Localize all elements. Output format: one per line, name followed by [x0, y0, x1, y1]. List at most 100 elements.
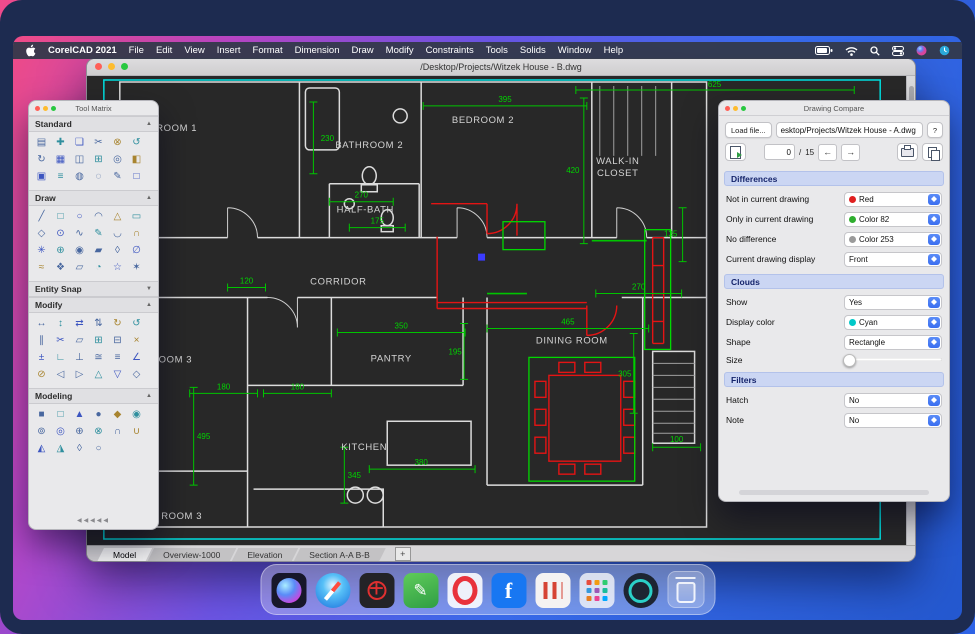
tool-icon[interactable]: ◫	[72, 152, 87, 167]
tool-icon[interactable]: ▦	[53, 152, 68, 167]
tool-icon[interactable]: ◮	[53, 441, 68, 456]
only-in-current-drawing-select[interactable]: Color 82	[844, 212, 942, 227]
tool-icon[interactable]: ❏	[72, 135, 87, 150]
tool-icon[interactable]: ◇	[34, 226, 49, 241]
tool-icon[interactable]: ❖	[53, 260, 68, 275]
tool-icon[interactable]: ≈	[34, 260, 49, 275]
cloud-display-color-select[interactable]: Cyan	[844, 315, 942, 330]
tool-icon[interactable]: ▽	[110, 367, 125, 382]
tool-icon[interactable]: ±	[34, 350, 49, 365]
tool-icon[interactable]: ⊞	[91, 152, 106, 167]
tab-model[interactable]: Model	[97, 548, 152, 562]
tool-icon[interactable]: ▷	[72, 367, 87, 382]
tool-icon[interactable]: ◇	[129, 367, 144, 382]
dock-opera-icon[interactable]	[447, 573, 482, 608]
tool-icon[interactable]: ⊞	[91, 333, 106, 348]
filter-note-select[interactable]: No	[844, 413, 942, 428]
tool-icon[interactable]: ▲	[72, 407, 87, 422]
tool-icon[interactable]: ╱	[34, 209, 49, 224]
current-drawing-display-select[interactable]: Front	[844, 252, 942, 267]
tool-icon[interactable]: ↺	[129, 316, 144, 331]
menu-solids[interactable]: Solids	[520, 45, 546, 56]
tool-icon[interactable]: ∟	[53, 350, 68, 365]
tool-icon[interactable]: ✚	[53, 135, 68, 150]
tool-icon[interactable]: ∥	[34, 333, 49, 348]
tool-icon[interactable]: ⊕	[72, 424, 87, 439]
tool-icon[interactable]: □	[53, 209, 68, 224]
tool-icon[interactable]: ⊗	[110, 135, 125, 150]
tool-icon[interactable]: □	[129, 169, 144, 184]
tool-icon[interactable]: ⇅	[91, 316, 106, 331]
tool-section-entity-snap[interactable]: Entity Snap▼	[29, 281, 158, 297]
tool-icon[interactable]: ▤	[34, 135, 49, 150]
close-button[interactable]	[95, 63, 102, 70]
drawing-compare-titlebar[interactable]: Drawing Compare	[719, 101, 949, 116]
dock-siri-icon[interactable]	[271, 573, 306, 608]
not-in-current-drawing-select[interactable]: Red	[844, 192, 942, 207]
copy-report-button[interactable]	[922, 143, 943, 161]
tool-matrix-titlebar[interactable]: Tool Matrix	[29, 101, 158, 116]
window-titlebar[interactable]: /Desktop/Projects/Witzek House - B.dwg	[87, 59, 915, 76]
tool-icon[interactable]: ×	[129, 333, 144, 348]
tool-icon[interactable]: ✶	[129, 260, 144, 275]
wifi-icon[interactable]	[845, 46, 858, 56]
tool-icon[interactable]: ↔	[34, 316, 49, 331]
tool-icon[interactable]: ◠	[91, 209, 106, 224]
tool-icon[interactable]: ✎	[110, 169, 125, 184]
palette-minimize-button[interactable]	[43, 106, 48, 111]
minimize-button[interactable]	[108, 63, 115, 70]
apple-menu-icon[interactable]	[25, 44, 36, 57]
section-filters[interactable]: Filters	[724, 372, 944, 387]
tool-icon[interactable]: ⊚	[34, 424, 49, 439]
dock-utility-disc-icon[interactable]	[623, 573, 658, 608]
palette-close-button[interactable]	[725, 106, 730, 111]
tab-overview-1000[interactable]: Overview-1000	[147, 548, 236, 562]
section-clouds[interactable]: Clouds	[724, 274, 944, 289]
tool-icon[interactable]: ◍	[72, 169, 87, 184]
tool-icon[interactable]: ▱	[72, 260, 87, 275]
palette-minimize-button[interactable]	[733, 106, 738, 111]
tool-icon[interactable]: ⊘	[34, 367, 49, 382]
tool-icon[interactable]: ■	[34, 407, 49, 422]
tool-section-draw[interactable]: Draw▲	[29, 190, 158, 206]
siri-icon[interactable]	[916, 45, 927, 56]
tool-icon[interactable]: ☆	[110, 260, 125, 275]
search-icon[interactable]	[870, 46, 880, 56]
menu-help[interactable]: Help	[604, 45, 624, 56]
menu-insert[interactable]: Insert	[217, 45, 241, 56]
dock-launchpad-icon[interactable]	[579, 573, 614, 608]
tool-icon[interactable]: ∠	[129, 350, 144, 365]
menu-dimension[interactable]: Dimension	[295, 45, 340, 56]
difference-index-field[interactable]: 0	[764, 144, 795, 160]
help-button[interactable]: ?	[927, 122, 943, 138]
dock-facebook-icon[interactable]: f	[491, 573, 526, 608]
cloud-shape-select[interactable]: Rectangle	[844, 335, 942, 350]
tool-section-modeling[interactable]: Modeling▲	[29, 388, 158, 404]
tab-section-a-a-b-b[interactable]: Section A-A B-B	[293, 548, 385, 562]
tool-icon[interactable]: ▱	[72, 333, 87, 348]
tool-icon[interactable]: ↺	[129, 135, 144, 150]
dock-trash-icon[interactable]	[667, 571, 704, 608]
menu-tools[interactable]: Tools	[486, 45, 508, 56]
filter-hatch-select[interactable]: No	[844, 393, 942, 408]
tool-icon[interactable]: ✎	[91, 226, 106, 241]
tool-icon[interactable]: ◎	[110, 152, 125, 167]
palette-resize-grip[interactable]	[739, 490, 929, 495]
battery-icon[interactable]	[815, 46, 833, 55]
menu-modify[interactable]: Modify	[386, 45, 414, 56]
tool-icon[interactable]: ◧	[129, 152, 144, 167]
print-button[interactable]	[897, 143, 918, 161]
menu-format[interactable]: Format	[253, 45, 283, 56]
tool-icon[interactable]: ◉	[72, 243, 87, 258]
menu-view[interactable]: View	[184, 45, 204, 56]
menu-window[interactable]: Window	[558, 45, 592, 56]
menu-constraints[interactable]: Constraints	[426, 45, 474, 56]
compare-file-field[interactable]: esktop/Projects/Witzek House - A.dwg	[776, 122, 923, 138]
tool-icon[interactable]: ◡	[110, 226, 125, 241]
tool-icon[interactable]: ⊟	[110, 333, 125, 348]
tool-icon[interactable]: ✳	[34, 243, 49, 258]
dock-stats-icon[interactable]	[535, 573, 570, 608]
tool-icon[interactable]: ◊	[110, 243, 125, 258]
tool-icon[interactable]: ⊙	[53, 226, 68, 241]
section-differences[interactable]: Differences	[724, 171, 944, 186]
